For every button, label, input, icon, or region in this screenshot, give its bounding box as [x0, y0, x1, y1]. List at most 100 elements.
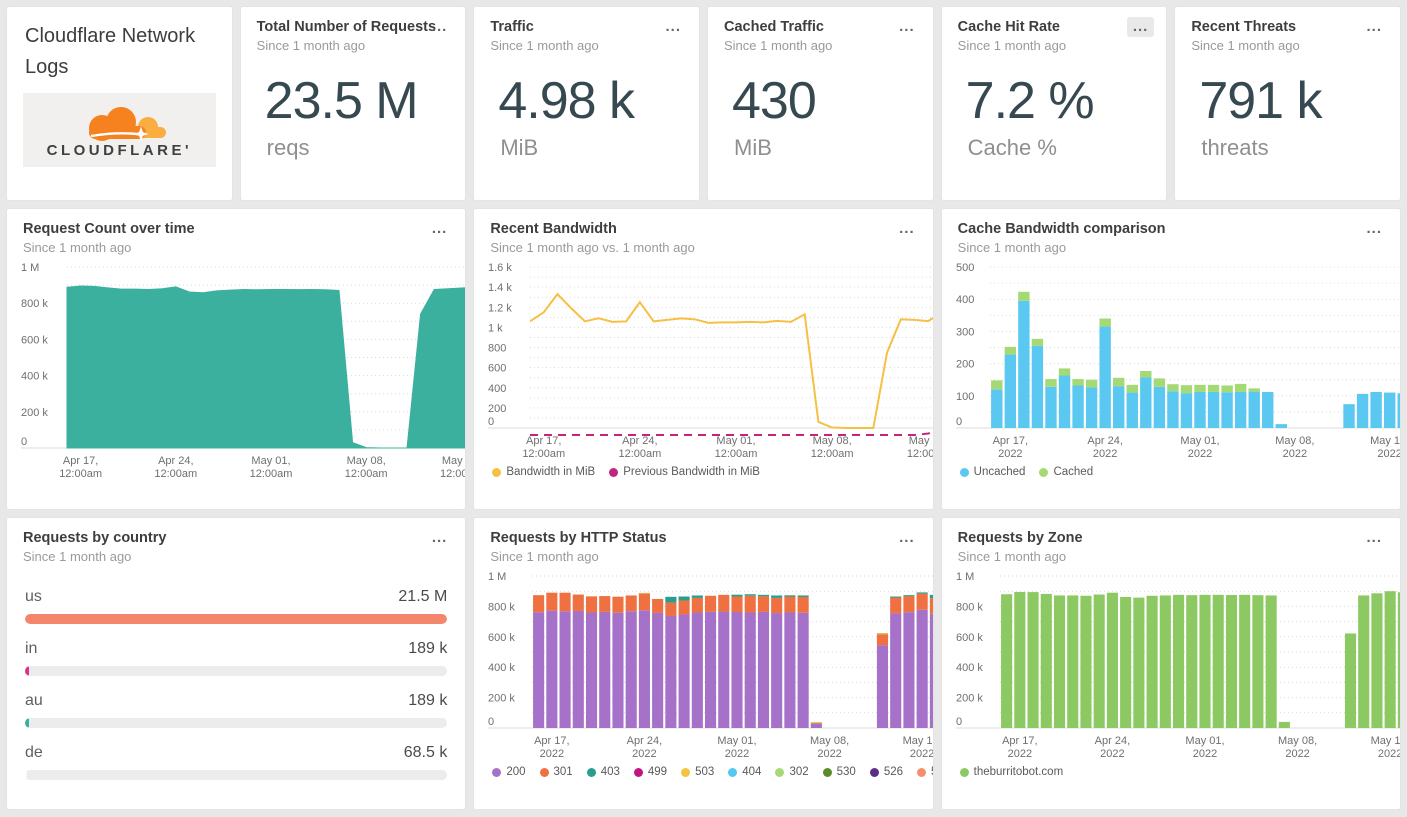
panel-header: Requests by country Since 1 month ago — [7, 518, 465, 566]
svg-text:400 k: 400 k — [488, 662, 515, 674]
panel-requests-by-country: Requests by country Since 1 month ago ..… — [6, 517, 467, 810]
panel-title: Cached Traffic — [724, 19, 824, 35]
legend-item[interactable]: 200 — [492, 766, 526, 778]
legend-item[interactable]: Previous Bandwidth in MiB — [609, 466, 760, 478]
country-row: de 68.5 k — [25, 744, 448, 780]
stat-unit: reqs — [266, 135, 310, 160]
svg-text:May 08,: May 08, — [813, 435, 852, 447]
svg-text:12:00am: 12:00am — [907, 448, 933, 460]
chart-svg: 1 M800 k600 k400 k200 k0Apr 17,2022Apr 2… — [955, 571, 1401, 760]
legend-item[interactable]: 302 — [775, 766, 809, 778]
recent-bandwidth-chart[interactable]: 1.6 k 1.4 k 1.2 k1 k 800 600 400 200 0 Apr 17, 12… — [474, 257, 933, 478]
panel-menu-icon[interactable]: ... — [893, 17, 921, 37]
panel-subtitle: Since 1 month ago — [490, 549, 599, 564]
legend-item[interactable]: 403 — [586, 766, 620, 778]
legend-label: 301 — [553, 766, 573, 778]
panel-subtitle: Since 1 month ago vs. 1 month ago — [490, 240, 695, 255]
legend-label: 403 — [600, 766, 620, 778]
svg-text:Apr 24,: Apr 24, — [622, 435, 657, 447]
chart-svg: 1 M800 k600 k400 k200 k0Apr 17,2022Apr 2… — [488, 571, 933, 760]
legend-label: 200 — [506, 766, 526, 778]
svg-text:600: 600 — [488, 363, 506, 375]
panel-title: Requests by HTTP Status — [490, 530, 667, 546]
svg-text:12:00am: 12:00am — [250, 468, 293, 480]
panel-header: Cache Bandwidth comparison Since 1 month… — [942, 209, 1400, 257]
panel-cache-hit-rate: Cache Hit Rate Since 1 month ago ... 7.2… — [940, 6, 1168, 201]
zone-chart[interactable]: 1 M 800 k 600 k 400 k 200 k 0 Apr 17, 2022 Apr 2… — [942, 566, 1400, 778]
svg-text:May 01,: May 01, — [718, 735, 757, 747]
svg-text:May 08,: May 08, — [1275, 435, 1314, 447]
panel-menu-icon[interactable]: ... — [659, 17, 687, 37]
legend-item[interactable]: 503 — [681, 766, 714, 778]
panel-subtitle: Since 1 month ago — [957, 38, 1067, 53]
svg-text:1.2 k: 1.2 k — [488, 302, 512, 314]
panel-cached-traffic: Cached Traffic Since 1 month ago ... 430… — [707, 6, 934, 201]
panel-menu-icon[interactable]: ... — [1360, 17, 1388, 37]
svg-text:300: 300 — [956, 326, 974, 338]
country-value: 21.5 M — [398, 588, 448, 605]
svg-text:800: 800 — [488, 343, 506, 355]
svg-text:0: 0 — [21, 436, 27, 448]
svg-text:0: 0 — [956, 716, 962, 728]
panel-menu-icon[interactable]: ... — [1126, 17, 1155, 37]
svg-text:2022: 2022 — [1377, 448, 1401, 460]
svg-text:May 01,: May 01, — [251, 455, 290, 467]
svg-text:May 08,: May 08, — [347, 455, 386, 467]
svg-text:1.4 k: 1.4 k — [488, 282, 512, 294]
legend-item[interactable]: Uncached — [959, 466, 1025, 478]
legend-item[interactable]: 530 — [822, 766, 856, 778]
legend-item[interactable]: theburritobot.com — [959, 766, 1064, 778]
svg-text:Apr 24,: Apr 24, — [627, 735, 662, 747]
legend-item[interactable]: 524 — [917, 766, 933, 778]
svg-text:May 01,: May 01, — [717, 435, 756, 447]
cloudflare-logo: CLOUDFLARE' — [23, 93, 216, 167]
legend-label: 499 — [647, 766, 668, 778]
panel-menu-icon[interactable]: ... — [426, 17, 454, 37]
legend-item[interactable]: Bandwidth in MiB — [492, 466, 595, 478]
legend-item[interactable]: 499 — [633, 766, 668, 778]
country-label: in — [25, 640, 38, 657]
svg-text:May 15,: May 15, — [1370, 735, 1401, 747]
country-value: 189 k — [408, 692, 448, 709]
legend-label: Previous Bandwidth in MiB — [623, 466, 760, 478]
chart-svg: 5004003002001000Apr 17,2022Apr 24,2022Ma… — [955, 262, 1401, 460]
country-bar-track — [25, 614, 448, 624]
stat-value: 4.98 k — [498, 72, 635, 130]
panel-requests-by-status: Requests by HTTP Status Since 1 month ag… — [473, 517, 934, 810]
svg-text:12:00am: 12:00am — [523, 448, 566, 460]
legend-dot — [917, 767, 927, 777]
legend-label: 404 — [742, 766, 762, 778]
legend-dot — [959, 767, 969, 777]
svg-text:2022: 2022 — [725, 748, 749, 760]
svg-text:May 01,: May 01, — [1185, 735, 1224, 747]
legend-item[interactable]: 404 — [728, 766, 761, 778]
svg-text:2022: 2022 — [998, 448, 1022, 460]
panel-title: Total Number of Requests — [256, 19, 437, 35]
legend-label: Cached — [1053, 466, 1094, 478]
svg-text:2022: 2022 — [540, 748, 564, 760]
legend-item[interactable]: 301 — [539, 766, 573, 778]
country-bar-track — [25, 718, 448, 728]
http-status-chart[interactable]: 1 M 800 k 600 k 400 k 200 k 0 Apr 17, 2022 Apr 2… — [474, 566, 933, 778]
panel-recent-threats: Recent Threats Since 1 month ago ... 791… — [1174, 6, 1401, 201]
panel-menu-icon[interactable]: ... — [426, 219, 454, 239]
svg-text:2022: 2022 — [1093, 448, 1117, 460]
svg-text:600 k: 600 k — [956, 632, 983, 644]
svg-text:Apr 24,: Apr 24, — [1087, 435, 1122, 447]
panel-menu-icon[interactable]: ... — [426, 528, 454, 548]
svg-text:12:00am: 12:00am — [345, 468, 388, 480]
panel-menu-icon[interactable]: ... — [1360, 528, 1388, 548]
cache-bandwidth-chart[interactable]: 500 400 300 200 100 0 Apr 17, 2022 Apr 24, 2022 Ma… — [942, 257, 1400, 478]
legend-dot — [775, 767, 785, 777]
stat-unit: Cache % — [967, 135, 1057, 160]
panel-menu-icon[interactable]: ... — [1360, 219, 1388, 239]
legend-label: theburritobot.com — [973, 766, 1064, 778]
svg-text:800 k: 800 k — [956, 601, 983, 613]
panel-menu-icon[interactable]: ... — [893, 219, 921, 239]
request-count-chart[interactable]: 1 M 800 k 600 k 400 k 200 k 0 Apr 17, 12:00am Ap… — [7, 257, 466, 482]
chart-svg: 1.6 k1.4 k1.2 k1 k8006004002000Apr 17,12… — [488, 262, 933, 460]
country-label: de — [25, 744, 43, 761]
panel-menu-icon[interactable]: ... — [893, 528, 921, 548]
legend-item[interactable]: Cached — [1039, 466, 1093, 478]
legend-item[interactable]: 526 — [869, 766, 903, 778]
